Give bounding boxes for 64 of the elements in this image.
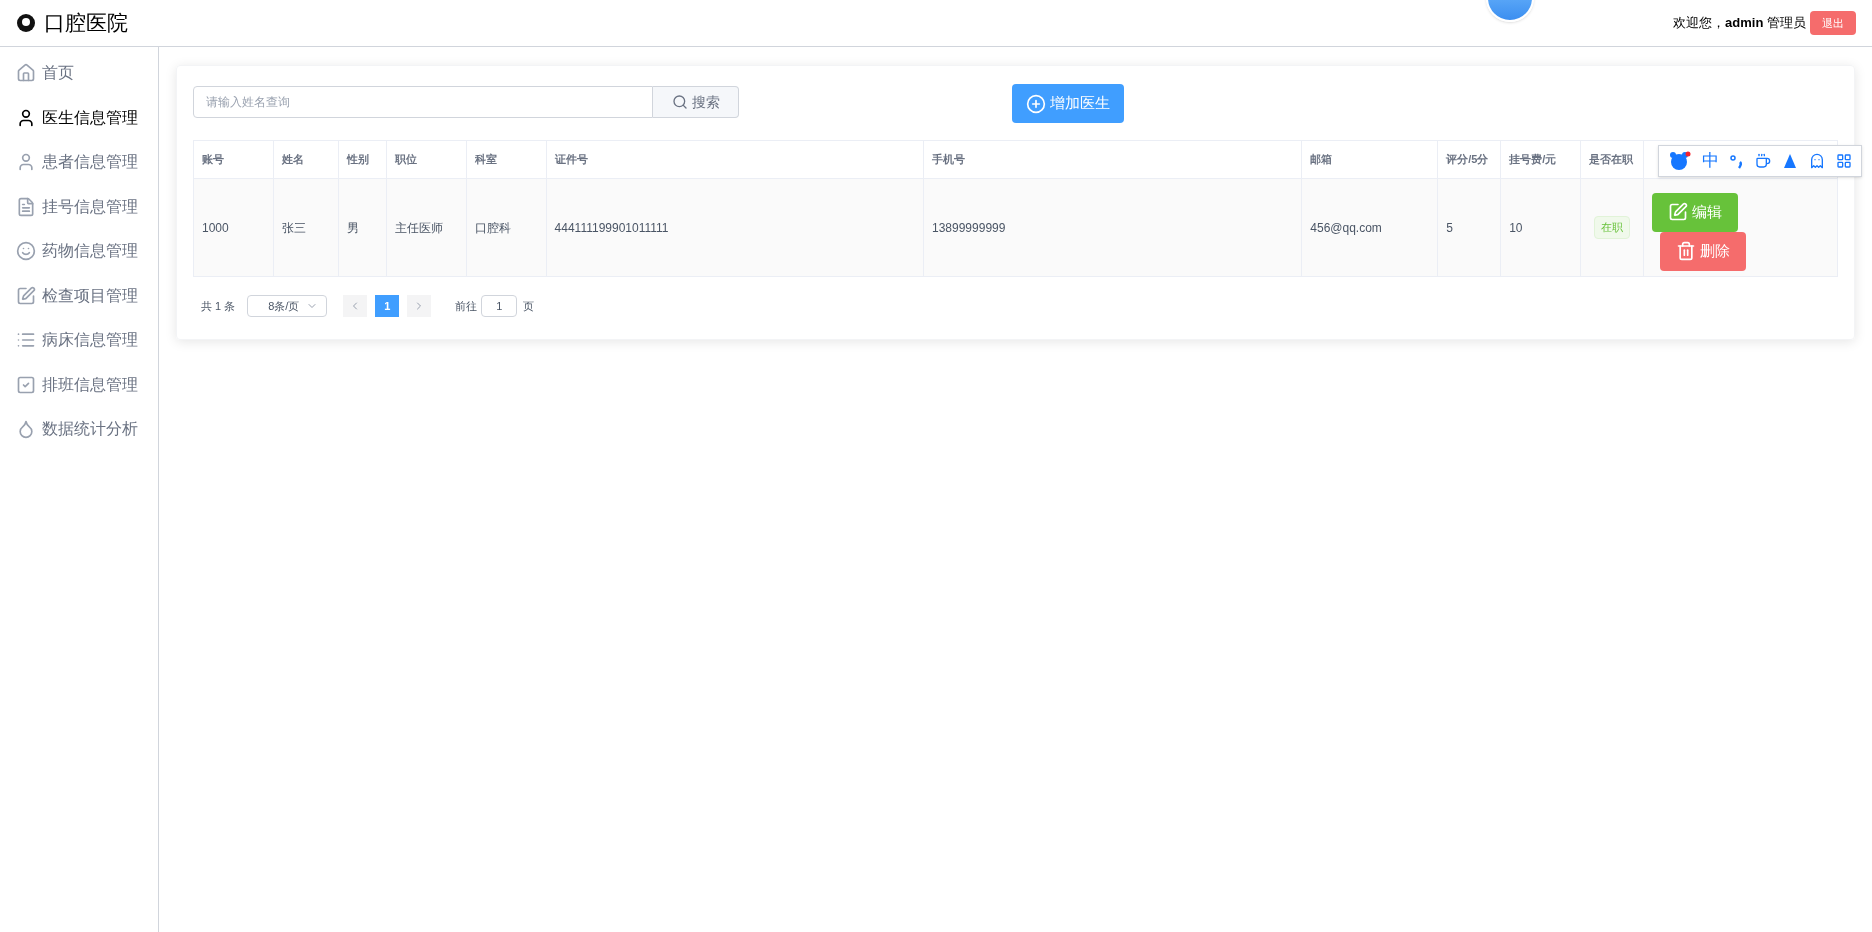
- ghost-icon[interactable]: [1808, 153, 1825, 169]
- plus-icon: [1026, 93, 1046, 114]
- table-cell: 444111199901011111: [554, 220, 669, 235]
- grid-icon[interactable]: [1835, 153, 1852, 169]
- goto-label: 前往: [455, 298, 478, 314]
- drop-icon: [16, 419, 36, 440]
- page-input[interactable]: 1: [481, 295, 518, 317]
- search-icon: [671, 94, 688, 110]
- page-button[interactable]: 1: [375, 295, 400, 317]
- column-header: 科室: [474, 153, 497, 166]
- sidebar-item[interactable]: 首页: [0, 51, 158, 96]
- sidebar-item[interactable]: 挂号信息管理: [0, 184, 158, 229]
- cup-icon[interactable]: [1754, 153, 1771, 169]
- page-size-select[interactable]: 8条/页: [247, 295, 328, 317]
- person-icon: [16, 152, 36, 173]
- logout-button[interactable]: 退出: [1810, 10, 1856, 36]
- column-header: 邮箱: [1310, 153, 1333, 166]
- language-toggle[interactable]: 中: [1701, 148, 1719, 174]
- bear-icon[interactable]: [1668, 151, 1691, 171]
- column-header: 挂号费/元: [1509, 153, 1557, 166]
- punctuation-icon[interactable]: [1729, 153, 1744, 169]
- table-cell: 口腔科: [474, 220, 511, 235]
- delete-button[interactable]: 删除: [1660, 231, 1747, 271]
- add-doctor-button[interactable]: 增加医生: [1012, 84, 1124, 123]
- search-button[interactable]: 搜索: [653, 86, 739, 118]
- column-header: 是否在职: [1589, 153, 1634, 166]
- page-suffix: 页: [523, 298, 535, 314]
- column-header: 姓名: [281, 153, 304, 166]
- total-count: 共 1 条: [201, 298, 236, 314]
- sidebar-item[interactable]: 药物信息管理: [0, 229, 158, 274]
- table-cell: 10: [1509, 220, 1523, 235]
- table-cell: 男: [346, 220, 359, 235]
- sidebar-item[interactable]: 病床信息管理: [0, 318, 158, 363]
- column-header: 评分/5分: [1446, 153, 1489, 166]
- document-icon: [16, 196, 36, 217]
- edit-icon: [16, 285, 36, 306]
- column-header: 手机号: [932, 153, 965, 166]
- logo-icon: [16, 13, 36, 33]
- edit-icon: [1668, 202, 1689, 222]
- skin-icon[interactable]: [1781, 153, 1798, 169]
- welcome-text: 欢迎您，admin 管理员: [1673, 14, 1806, 33]
- face-icon: [16, 241, 36, 262]
- status-tag: 在职: [1594, 216, 1631, 239]
- sidebar-item[interactable]: 患者信息管理: [0, 140, 158, 185]
- table-cell: 13899999999: [932, 220, 1006, 235]
- table-cell: 5: [1446, 220, 1453, 235]
- column-header: 账号: [202, 153, 224, 166]
- person-icon: [16, 107, 36, 128]
- table-cell: 1000: [202, 220, 229, 235]
- column-header: 职位: [394, 153, 417, 166]
- home-icon: [16, 63, 36, 84]
- column-header: 证件号: [554, 153, 588, 166]
- table-cell: 主任医师: [394, 220, 443, 235]
- column-header: 性别: [346, 153, 369, 166]
- table-cell: 456@qq.com: [1310, 220, 1382, 235]
- search-field[interactable]: 请输入姓名查询: [193, 86, 653, 118]
- trash-icon: [1676, 241, 1697, 261]
- sidebar-item[interactable]: 医生信息管理: [0, 95, 158, 140]
- app-title: 口腔医院: [44, 10, 128, 37]
- sidebar-item[interactable]: 检查项目管理: [0, 273, 158, 318]
- sidebar-item[interactable]: 排班信息管理: [0, 362, 158, 407]
- checkbox-icon: [16, 374, 36, 395]
- table-cell: 张三: [281, 220, 306, 235]
- sidebar-item[interactable]: 数据统计分析: [0, 407, 158, 452]
